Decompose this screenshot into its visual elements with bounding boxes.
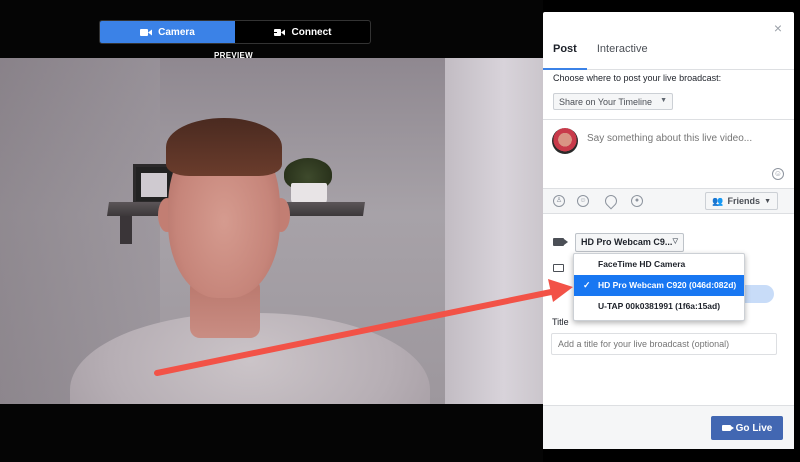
avatar	[552, 128, 578, 154]
camera-source-value: HD Pro Webcam C9...	[581, 237, 673, 247]
video-camera-icon	[721, 425, 734, 431]
video-camera-icon	[553, 238, 568, 246]
chevron-down-icon: ▽	[672, 238, 678, 245]
tab-interactive[interactable]: Interactive	[587, 36, 658, 70]
close-icon[interactable]: ×	[774, 20, 782, 36]
panel-footer: Go Live	[543, 405, 794, 449]
camera-stage: Camera Connect PREVIEW	[0, 0, 543, 462]
broadcast-title-input[interactable]	[551, 333, 777, 355]
audience-label: Friends	[727, 196, 761, 206]
monitor-icon	[553, 264, 564, 272]
composer-action-bar: ♙ ☺ ● 👥 Friends ▼	[543, 188, 794, 214]
chevron-down-icon: ▼	[660, 97, 667, 104]
checkmark-icon: ✓	[583, 280, 591, 290]
audience-selector-button[interactable]: 👥 Friends ▼	[705, 192, 778, 210]
sticker-icon[interactable]: ●	[631, 195, 643, 207]
mode-switch: Camera Connect	[99, 20, 371, 44]
camera-mode-button[interactable]: Camera	[100, 21, 235, 43]
choose-destination-text: Choose where to post your live broadcast…	[553, 73, 722, 83]
title-label: Title	[552, 317, 569, 327]
location-icon[interactable]	[602, 192, 620, 210]
video-camera-icon	[140, 28, 153, 36]
share-destination-value: Share on Your Timeline	[559, 97, 653, 107]
camera-source-menu: FaceTime HD Camera ✓ HD Pro Webcam C920 …	[573, 253, 745, 321]
status-input[interactable]	[587, 133, 777, 144]
camera-option[interactable]: FaceTime HD Camera	[574, 254, 744, 275]
connect-icon	[273, 28, 285, 36]
go-live-button[interactable]: Go Live	[711, 416, 783, 440]
background-doorway	[445, 58, 543, 404]
share-destination-select[interactable]: Share on Your Timeline ▼	[553, 93, 673, 110]
friends-icon: 👥	[712, 195, 724, 206]
camera-preview	[0, 58, 543, 404]
emoji-icon[interactable]: ☺	[772, 168, 784, 180]
chevron-down-icon: ▼	[764, 197, 771, 205]
tab-post[interactable]: Post	[543, 36, 587, 70]
connect-mode-label: Connect	[291, 26, 332, 38]
live-broadcast-panel: × Post Interactive Choose where to post …	[543, 12, 794, 449]
camera-source-select[interactable]: HD Pro Webcam C9... ▽	[575, 233, 684, 252]
camera-option-selected[interactable]: ✓ HD Pro Webcam C920 (046d:082d)	[574, 275, 744, 296]
composer: ☺	[543, 120, 794, 188]
panel-tabs: Post Interactive	[543, 36, 794, 70]
camera-option[interactable]: U-TAP 00k0381991 (1f6a:15ad)	[574, 296, 744, 317]
feeling-icon[interactable]: ☺	[577, 195, 589, 207]
tag-people-icon[interactable]: ♙	[553, 195, 565, 207]
go-live-label: Go Live	[735, 422, 773, 434]
camera-mode-label: Camera	[158, 26, 195, 38]
connect-mode-button[interactable]: Connect	[235, 21, 370, 43]
